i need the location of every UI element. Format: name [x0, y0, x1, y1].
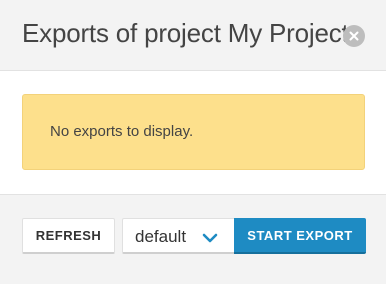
exports-dialog: Exports of project My Project No exports…	[0, 0, 386, 284]
refresh-button[interactable]: REFRESH	[22, 218, 115, 254]
export-format-selected-value: default	[135, 227, 187, 246]
start-export-button[interactable]: START EXPORT	[234, 218, 366, 254]
export-format-select[interactable]: default	[122, 218, 234, 254]
close-icon	[349, 31, 359, 41]
dialog-title: Exports of project My Project	[22, 18, 349, 48]
dialog-body: No exports to display.	[0, 71, 386, 195]
close-button[interactable]	[343, 25, 365, 47]
empty-exports-message: No exports to display.	[50, 123, 194, 140]
dialog-footer: REFRESH default START EXPORT	[0, 195, 386, 284]
empty-exports-alert: No exports to display.	[22, 94, 365, 170]
dialog-header: Exports of project My Project	[0, 0, 386, 71]
chevron-down-icon	[202, 233, 218, 243]
